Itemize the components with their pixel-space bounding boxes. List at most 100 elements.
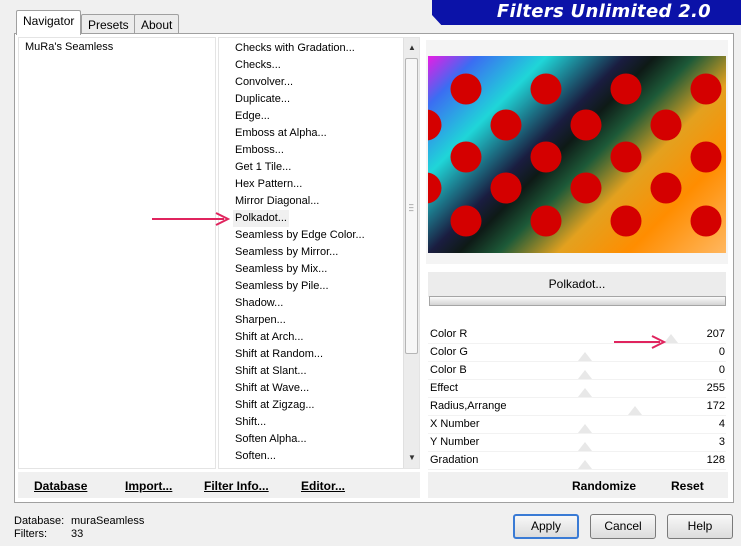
filter-list-item[interactable]: Shift at Slant... [233, 363, 309, 380]
param-name: Radius,Arrange [430, 400, 507, 412]
param-name: Color R [430, 328, 468, 340]
status-database-label: Database: [14, 515, 65, 527]
filter-list-item[interactable]: Soften... [233, 448, 278, 465]
polkadot [530, 141, 562, 173]
scroll-thumb[interactable]: – – – [405, 58, 418, 354]
tab-navigator[interactable]: Navigator [16, 10, 82, 35]
polkadot [530, 73, 562, 105]
category-item[interactable]: MuRa's Seamless [25, 41, 113, 53]
filter-list-scrollbar[interactable]: ▲ – – – ▼ [403, 38, 419, 468]
filter-list-item[interactable]: Convolver... [233, 74, 295, 91]
polkadot [610, 73, 642, 105]
category-list[interactable]: MuRa's Seamless [18, 37, 216, 469]
filter-list-item[interactable]: Duplicate... [233, 91, 292, 108]
filter-list-item[interactable]: Soften Alpha... [233, 431, 309, 448]
polkadot [450, 141, 482, 173]
cancel-button[interactable]: Cancel [590, 514, 656, 539]
selected-filter-name: Polkadot... [428, 272, 726, 297]
tab-presets[interactable]: Presets [81, 14, 136, 34]
progress-bar [429, 296, 726, 306]
polkadot [610, 141, 642, 173]
filter-list-item[interactable]: Polkadot... [233, 210, 289, 227]
slider-thumb-icon[interactable] [628, 406, 642, 415]
slider-thumb-icon[interactable] [578, 388, 592, 397]
title-banner: Filters Unlimited 2.0 [432, 0, 741, 25]
randomize-button[interactable]: Randomize [572, 479, 636, 493]
filter-list-item[interactable]: Shift at Random... [233, 346, 325, 363]
polkadot [530, 205, 562, 237]
grip-icon: – – – [409, 200, 414, 215]
annotation-arrow-icon [152, 212, 231, 226]
slider-thumb-icon[interactable] [578, 424, 592, 433]
slider-thumb-icon[interactable] [578, 442, 592, 451]
param-row[interactable]: Effect 255 [428, 380, 726, 398]
slider-thumb-icon[interactable] [578, 370, 592, 379]
database-button[interactable]: Database [34, 479, 87, 493]
filter-list-item[interactable]: Emboss at Alpha... [233, 125, 329, 142]
scroll-down-icon[interactable]: ▼ [404, 450, 419, 466]
scroll-up-icon[interactable]: ▲ [404, 40, 419, 56]
status-database-value: muraSeamless [71, 515, 145, 527]
reset-button[interactable]: Reset [671, 479, 704, 493]
polkadot [490, 109, 522, 141]
param-value: 172 [706, 400, 725, 412]
polkadot [450, 73, 482, 105]
param-row[interactable]: Gradation 128 [428, 452, 726, 470]
filter-list-item[interactable]: Shift... [233, 414, 268, 431]
import-button[interactable]: Import... [125, 479, 172, 493]
filter-list-item[interactable]: Hex Pattern... [233, 176, 304, 193]
param-row[interactable]: Color R 207 [428, 326, 726, 344]
filter-list-item[interactable]: Emboss... [233, 142, 286, 159]
annotation-arrow-icon [614, 335, 667, 349]
polkadot [650, 172, 682, 204]
filter-list-item[interactable]: Seamless by Pile... [233, 278, 331, 295]
polkadot [690, 205, 722, 237]
param-row[interactable]: Color G 0 [428, 344, 726, 362]
param-row[interactable]: X Number 4 [428, 416, 726, 434]
filter-list-item[interactable]: Get 1 Tile... [233, 159, 293, 176]
param-value: 3 [718, 436, 725, 448]
polkadot [570, 109, 602, 141]
polkadot [570, 172, 602, 204]
filter-list-item[interactable]: Seamless by Mix... [233, 261, 329, 278]
filter-list-item[interactable]: Shift at Wave... [233, 380, 311, 397]
title-banner-text: Filters Unlimited 2.0 [496, 1, 711, 22]
filter-list-item[interactable]: Checks with Gradation... [233, 40, 357, 57]
status-filters-label: Filters: [14, 528, 47, 540]
filter-list-item[interactable]: Checks... [233, 57, 283, 74]
filter-list-item[interactable]: Sharpen... [233, 312, 288, 329]
polkadot-pattern [428, 73, 722, 237]
param-row[interactable]: Y Number 3 [428, 434, 726, 452]
filter-info-button[interactable]: Filter Info... [204, 479, 269, 493]
filter-list-item[interactable]: Edge... [233, 108, 272, 125]
slider-thumb-icon[interactable] [578, 460, 592, 469]
filter-list-item[interactable]: Mirror Diagonal... [233, 193, 321, 210]
filter-list[interactable]: Checks with Gradation... Checks... Convolv… [218, 37, 420, 469]
help-button[interactable]: Help [667, 514, 733, 539]
polkadot [690, 141, 722, 173]
filter-list-item[interactable]: Shadow... [233, 295, 285, 312]
param-row[interactable]: Color B 0 [428, 362, 726, 380]
polkadot [490, 172, 522, 204]
tab-about[interactable]: About [134, 14, 180, 34]
param-name: Y Number [430, 436, 480, 448]
polkadot [650, 109, 682, 141]
filter-list-item[interactable]: Shift at Arch... [233, 329, 305, 346]
param-name: X Number [430, 418, 480, 430]
param-name: Gradation [430, 454, 479, 466]
status-filters-value: 33 [71, 528, 84, 540]
param-value: 0 [718, 364, 725, 376]
filter-list-item[interactable]: Shift at Zigzag... [233, 397, 316, 414]
param-value: 4 [718, 418, 725, 430]
preview-image [428, 56, 726, 253]
filter-list-item[interactable]: Seamless by Mirror... [233, 244, 340, 261]
param-row[interactable]: Radius,Arrange 172 [428, 398, 726, 416]
polkadot [610, 205, 642, 237]
param-value: 0 [718, 346, 725, 358]
apply-button[interactable]: Apply [513, 514, 579, 539]
editor-button[interactable]: Editor... [301, 479, 345, 493]
navigator-toolbar: Database Import... Filter Info... Editor… [18, 472, 420, 498]
slider-thumb-icon[interactable] [578, 352, 592, 361]
param-value: 255 [706, 382, 725, 394]
filter-list-item[interactable]: Seamless by Edge Color... [233, 227, 367, 244]
